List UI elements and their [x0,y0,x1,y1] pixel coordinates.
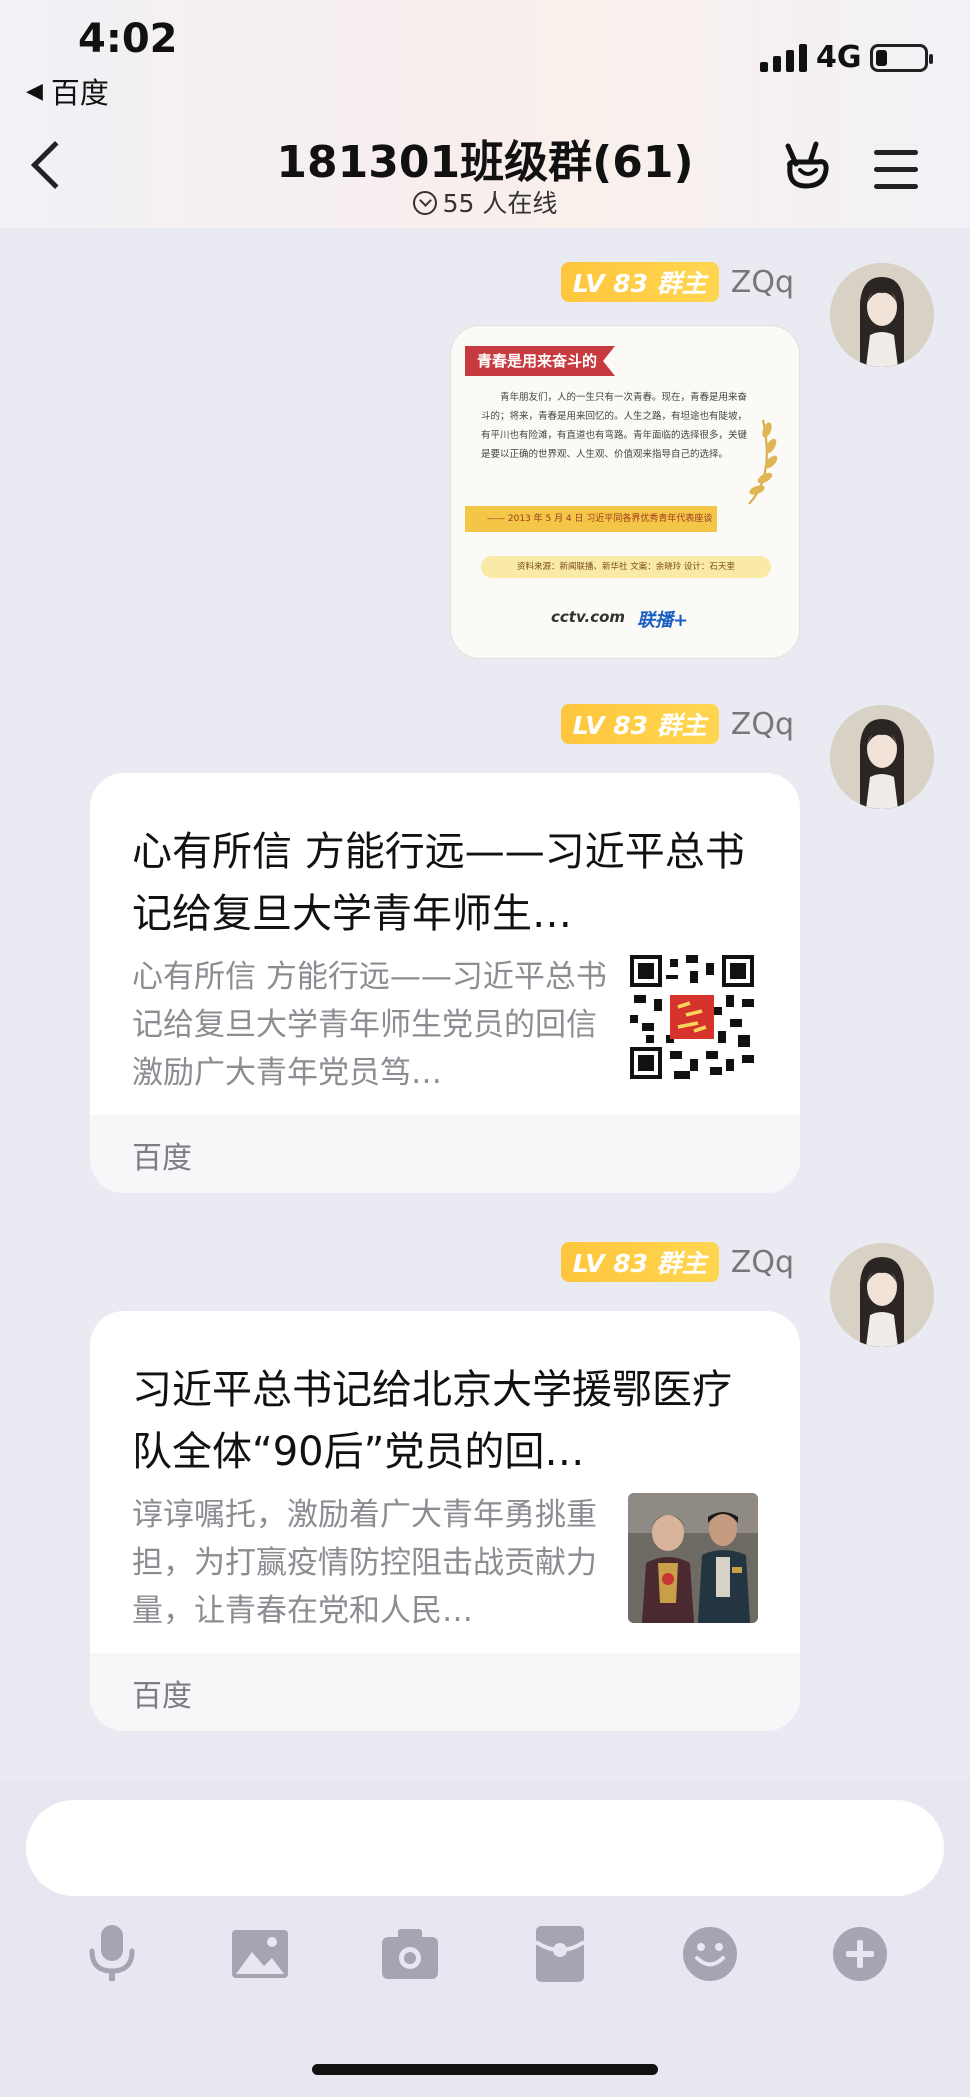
link-source: 百度 [132,1679,192,1714]
message-meta: LV 83 群主 ZQq [560,704,794,744]
avatar[interactable] [830,1243,934,1347]
home-indicator[interactable] [312,2064,658,2075]
link-card[interactable]: 习近平总书记给北京大学援鄂医疗队全体“90后”党员的回… 谆谆嘱托，激励着广大青… [90,1311,800,1731]
link-title: 习近平总书记给北京大学援鄂医疗队全体“90后”党员的回… [132,1367,732,1475]
sender-name: ZQq [730,706,794,742]
network-type: 4G [816,40,862,75]
camera-icon[interactable] [378,1922,442,1986]
laurel-icon [741,416,781,510]
top-bar: 4:02 ◀ 百度 4G 181301班级群(61) 55 人在线 [0,0,970,228]
level-badge: LV 83 群主 [560,262,719,302]
message-input[interactable] [26,1800,944,1896]
image-icon[interactable] [228,1922,292,1986]
signal-icon [760,44,807,72]
image-body-text: 青年朋友们，人的一生只有一次青春。现在，青春是用来奋斗的；将来，青春是用来回忆的… [481,392,748,460]
menu-icon[interactable] [874,150,918,201]
image-banner: 青春是用来奋斗的 [465,346,616,376]
avatar[interactable] [830,705,934,809]
sender-name: ZQq [730,264,794,300]
battery-icon [870,44,933,72]
photo-thumbnail [628,1493,758,1623]
link-description: 谆谆嘱托，激励着广大青年勇挑重担，为打赢疫情防控阻击战贡献力量，让青春在党和人民… [132,1497,597,1629]
link-title: 心有所信 方能行远——习近平总书记给复旦大学青年师生… [132,829,745,937]
message-meta: LV 83 群主 ZQq [560,262,794,302]
microphone-icon[interactable] [80,1922,144,1986]
hand-gesture-icon[interactable] [780,140,832,194]
link-description: 心有所信 方能行远——习近平总书记给复旦大学青年师生党员的回信激励广大青年党员笃… [132,959,607,1091]
image-source: 资料来源：新闻联播、新华社 文案：余晓玲 设计：石天奎 [481,556,771,578]
lianbo-logo: 联播+ [637,610,689,631]
plus-icon[interactable] [828,1922,892,1986]
chevron-down-circle-icon [412,191,437,215]
avatar[interactable] [830,263,934,367]
emoji-icon[interactable] [678,1922,742,1986]
back-app-label: 百度 [50,76,109,110]
red-packet-icon[interactable] [528,1922,592,1986]
shared-image-message[interactable]: 青春是用来奋斗的 青年朋友们，人的一生只有一次青春。现在，青春是用来奋斗的；将来… [450,325,800,659]
link-footer: 百度 [90,1115,800,1193]
link-footer: 百度 [90,1653,800,1731]
image-quote: —— 2013 年 5 月 4 日 习近平同各界优秀青年代表座谈 [465,506,717,532]
link-card[interactable]: 心有所信 方能行远——习近平总书记给复旦大学青年师生… 心有所信 方能行远——习… [90,773,800,1193]
link-source: 百度 [132,1141,192,1176]
cctv-logo: cctv.com [551,608,626,626]
back-to-app[interactable]: ◀ 百度 [26,70,109,112]
qr-code-thumbnail [630,955,754,1079]
back-triangle-icon: ◀ [26,78,43,104]
level-badge: LV 83 群主 [560,704,719,744]
message-meta: LV 83 群主 ZQq [560,1242,794,1282]
sender-name: ZQq [730,1244,794,1280]
status-time: 4:02 [78,16,178,62]
level-badge: LV 83 群主 [560,1242,719,1282]
